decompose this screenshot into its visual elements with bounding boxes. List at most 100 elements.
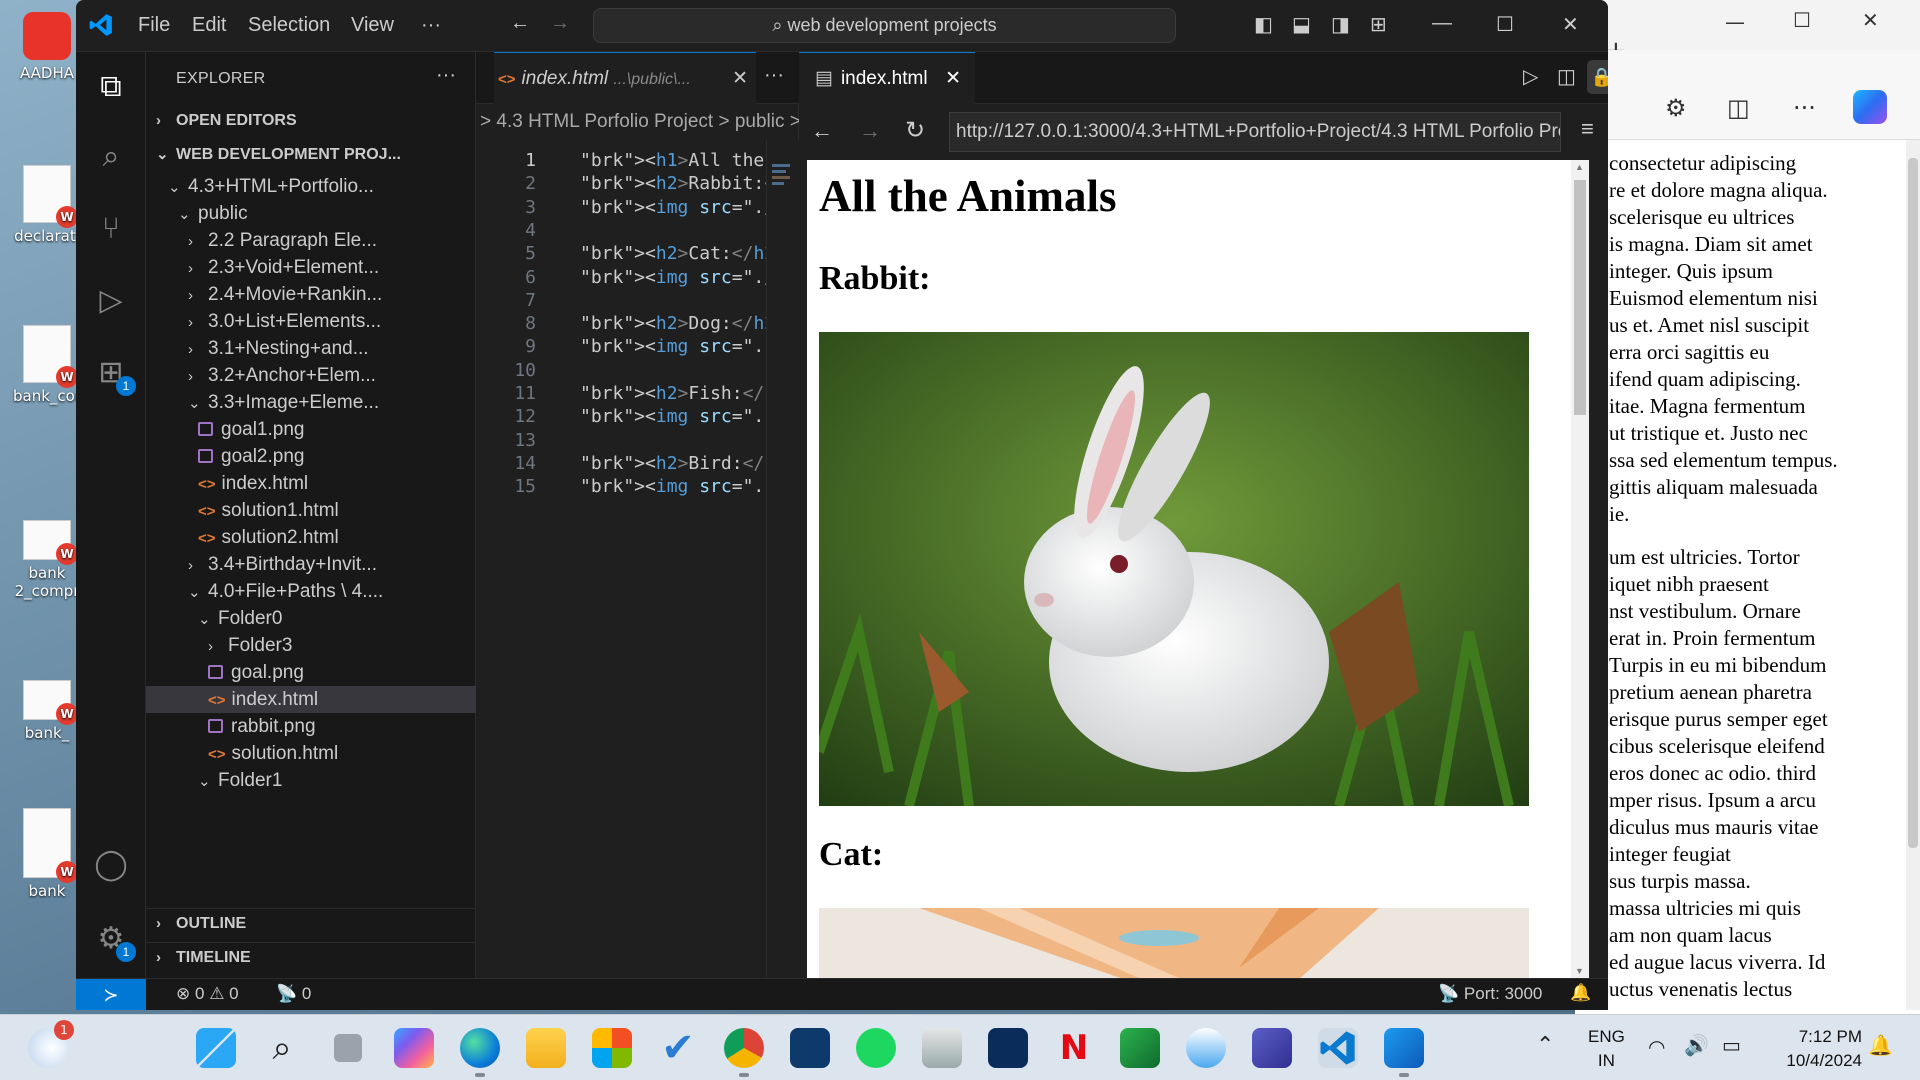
- browser-scrollbar[interactable]: [1906, 140, 1920, 1010]
- netflix-icon[interactable]: N: [1054, 1028, 1094, 1068]
- copilot-icon[interactable]: [1853, 90, 1887, 124]
- explorer-icon[interactable]: ⧉: [90, 66, 132, 108]
- run-icon[interactable]: ▷: [1523, 64, 1538, 89]
- minimap[interactable]: [766, 140, 799, 978]
- tree-item[interactable]: goal2.png: [146, 443, 476, 470]
- menu-icon[interactable]: ≡: [1581, 116, 1594, 142]
- outline-section[interactable]: › OUTLINE: [146, 908, 476, 938]
- minimize-icon[interactable]: —: [1725, 10, 1745, 34]
- disney-plus-icon[interactable]: [790, 1028, 830, 1068]
- teams-icon[interactable]: [1252, 1028, 1292, 1068]
- photos-icon[interactable]: [922, 1028, 962, 1068]
- games-icon[interactable]: [1120, 1028, 1160, 1068]
- tree-item[interactable]: <> solution1.html: [146, 497, 476, 524]
- spotify-icon[interactable]: [856, 1028, 896, 1068]
- desktop-icon-bank[interactable]: bank: [8, 808, 86, 900]
- forward-arrow-icon[interactable]: →: [550, 12, 570, 35]
- accounts-icon[interactable]: ◯: [90, 844, 132, 886]
- lock-group-icon[interactable]: 🔒: [1587, 60, 1608, 94]
- reload-icon[interactable]: ↻: [905, 116, 925, 145]
- tree-item[interactable]: ⌄ 3.3+Image+Eleme...: [146, 389, 476, 416]
- breadcrumb[interactable]: > 4.3 HTML Porfolio Project > public >: [476, 104, 799, 140]
- close-tab-icon[interactable]: ✕: [945, 53, 961, 105]
- tree-item[interactable]: rabbit.png: [146, 713, 476, 740]
- more-options-icon[interactable]: ···: [1793, 94, 1816, 122]
- source-control-icon[interactable]: ⑂: [90, 208, 132, 250]
- desktop-icon-bank-a[interactable]: bank_: [8, 680, 86, 742]
- back-arrow-icon[interactable]: ←: [811, 118, 833, 144]
- prime-video-icon[interactable]: [988, 1028, 1028, 1068]
- search-icon[interactable]: ⌕: [262, 1028, 302, 1068]
- tree-item[interactable]: <> solution2.html: [146, 524, 476, 551]
- vscode-taskbar-icon[interactable]: [1318, 1028, 1358, 1068]
- tree-item[interactable]: ⌄ Folder0: [146, 605, 476, 632]
- copilot-icon[interactable]: [394, 1028, 434, 1068]
- minimize-icon[interactable]: —: [1432, 12, 1452, 35]
- timeline-section[interactable]: › TIMELINE: [146, 942, 476, 972]
- editor-tab-index-html[interactable]: <> index.html ...\public\... ✕: [494, 52, 756, 104]
- close-tab-icon[interactable]: ✕: [732, 53, 748, 105]
- menu-selection[interactable]: Selection: [248, 14, 330, 37]
- customize-layout-icon[interactable]: ⊞: [1370, 12, 1387, 37]
- split-editor-icon[interactable]: ◫: [1557, 64, 1576, 89]
- menu-more[interactable]: ···: [421, 14, 441, 37]
- close-icon[interactable]: ✕: [1862, 8, 1879, 32]
- language-indicator[interactable]: ENG IN: [1588, 1025, 1625, 1073]
- editor-more-icon[interactable]: ···: [764, 64, 784, 87]
- run-debug-icon[interactable]: ▷: [90, 280, 132, 322]
- onedrive-icon[interactable]: [1186, 1028, 1226, 1068]
- desktop-icon-bank-compr[interactable]: bank 2_compr: [8, 520, 86, 600]
- search-icon[interactable]: ⌕: [90, 136, 132, 178]
- maximize-icon[interactable]: ☐: [1793, 8, 1811, 32]
- task-view-icon[interactable]: [334, 1034, 362, 1062]
- problems-indicator[interactable]: ⊗ 0 ⚠ 0: [176, 984, 239, 1004]
- preview-scrollbar[interactable]: ▲ ▼: [1571, 160, 1589, 978]
- photos-editor-icon[interactable]: [1384, 1028, 1424, 1077]
- start-icon[interactable]: [196, 1028, 236, 1068]
- command-center[interactable]: ⌕ web development projects: [593, 8, 1176, 43]
- url-input[interactable]: http://127.0.0.1:3000/4.3+HTML+Portfolio…: [949, 112, 1561, 152]
- tree-item[interactable]: › 3.4+Birthday+Invit...: [146, 551, 476, 578]
- back-arrow-icon[interactable]: ←: [510, 12, 530, 35]
- chevron-up-icon[interactable]: ⌃: [1536, 1033, 1554, 1058]
- tree-item[interactable]: › 3.2+Anchor+Elem...: [146, 362, 476, 389]
- microsoft-store-icon[interactable]: [592, 1028, 632, 1068]
- tree-item[interactable]: › Folder3: [146, 632, 476, 659]
- forward-arrow-icon[interactable]: →: [859, 118, 881, 144]
- code-line[interactable]: 15"brk"><img src="../Fol: [476, 472, 799, 501]
- remote-indicator-icon[interactable]: ≻: [76, 979, 146, 1010]
- desktop-icon-bank-cor[interactable]: bank_cor: [8, 325, 86, 405]
- battery-icon[interactable]: ▭: [1722, 1033, 1741, 1057]
- todo-icon[interactable]: ✔: [658, 1028, 698, 1068]
- desktop-icon-aadhaar[interactable]: AADHA: [8, 12, 86, 82]
- toggle-panel-icon[interactable]: ⬓: [1292, 12, 1311, 37]
- tree-item[interactable]: › 2.2 Paragraph Ele...: [146, 227, 476, 254]
- tree-item[interactable]: <> index.html: [146, 686, 476, 713]
- tree-item[interactable]: ⌄ 4.0+File+Paths \ 4....: [146, 578, 476, 605]
- chrome-icon[interactable]: [724, 1028, 764, 1077]
- notification-bell-icon[interactable]: 🔔: [1868, 1033, 1893, 1057]
- tree-item[interactable]: <> solution.html: [146, 740, 476, 767]
- tree-item[interactable]: › 3.1+Nesting+and...: [146, 335, 476, 362]
- edge-browser-icon[interactable]: [460, 1028, 500, 1077]
- desktop-icon-declaration[interactable]: declarati: [8, 165, 86, 245]
- live-server-port[interactable]: 📡 Port: 3000: [1438, 984, 1542, 1004]
- tree-item[interactable]: ⌄ Folder1: [146, 767, 476, 794]
- volume-icon[interactable]: 🔊: [1684, 1033, 1709, 1057]
- tree-item[interactable]: ⌄ 4.3+HTML+Portfolio...: [146, 173, 476, 200]
- tree-item[interactable]: › 2.4+Movie+Rankin...: [146, 281, 476, 308]
- clock[interactable]: 7:12 PM 10/4/2024: [1786, 1025, 1862, 1073]
- weather-widget-icon[interactable]: 1: [28, 1020, 74, 1068]
- tree-item[interactable]: › 3.0+List+Elements...: [146, 308, 476, 335]
- toggle-secondary-sidebar-icon[interactable]: ◨: [1331, 12, 1350, 37]
- menu-view[interactable]: View: [351, 14, 394, 37]
- workspace-section[interactable]: ⌄ WEB DEVELOPMENT PROJ...: [146, 140, 476, 170]
- split-screen-icon[interactable]: ◫: [1727, 94, 1750, 122]
- tree-item[interactable]: › 2.3+Void+Element...: [146, 254, 476, 281]
- menu-file[interactable]: File: [138, 14, 170, 37]
- menu-edit[interactable]: Edit: [192, 14, 226, 37]
- close-icon[interactable]: ✕: [1562, 12, 1579, 37]
- tree-item[interactable]: goal.png: [146, 659, 476, 686]
- toggle-primary-sidebar-icon[interactable]: ◧: [1254, 12, 1273, 37]
- tree-item[interactable]: ⌄ public: [146, 200, 476, 227]
